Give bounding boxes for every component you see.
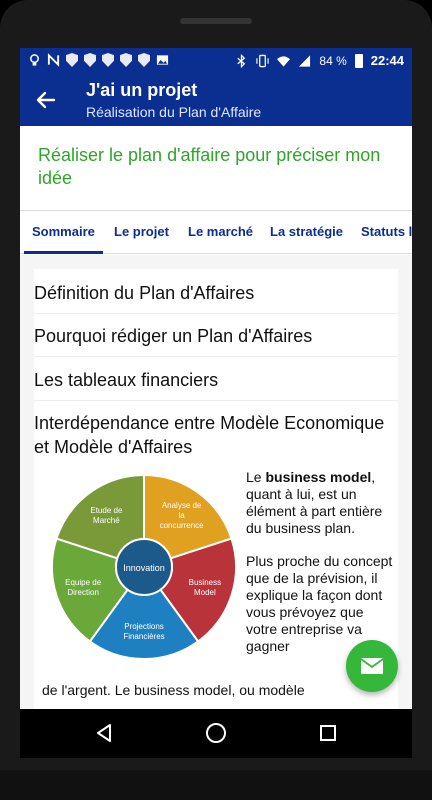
status-bar: 84 % 22:44 bbox=[20, 48, 412, 74]
bluetooth-icon bbox=[237, 53, 246, 68]
wifi-icon bbox=[277, 55, 291, 67]
lightbulb-icon bbox=[30, 54, 39, 66]
paragraph-bottom-line: de l'argent. Le business model, ou modèl… bbox=[42, 682, 305, 698]
status-left-icons bbox=[28, 53, 169, 67]
arrow-left-icon[interactable] bbox=[34, 88, 58, 112]
status-right-icons: 84 % 22:44 bbox=[235, 53, 404, 68]
navigation-bar bbox=[20, 709, 412, 758]
bottom-bezel bbox=[0, 770, 432, 800]
tab-bar: Sommaire Le projet Le marché La stratégi… bbox=[20, 210, 412, 254]
divider bbox=[34, 400, 398, 401]
section-tableaux[interactable]: Les tableaux financiers bbox=[34, 368, 398, 392]
shield-icon bbox=[102, 53, 114, 67]
para1-prefix: Le bbox=[246, 469, 266, 485]
vibrate-icon bbox=[256, 54, 270, 67]
content-area: Définition du Plan d'Affaires Pourquoi r… bbox=[20, 255, 412, 709]
home-circle-icon[interactable] bbox=[204, 721, 228, 745]
shield-icon bbox=[84, 53, 96, 67]
tab-le-projet[interactable]: Le projet bbox=[114, 211, 169, 253]
business-plan-diagram: Innovation Analyse de la concurrenceBusine… bbox=[51, 473, 237, 660]
speaker-grille bbox=[180, 18, 252, 24]
n-icon bbox=[47, 53, 60, 67]
screen: 84 % 22:44 J'ai un projet Réalisation du… bbox=[20, 48, 412, 758]
section-interdependance[interactable]: Interdépendance entre Modèle Economique … bbox=[34, 411, 398, 459]
mail-icon bbox=[360, 658, 384, 674]
headline: Réaliser le plan d'affaire pour préciser… bbox=[38, 145, 381, 188]
app-bar: J'ai un projet Réalisation du Plan d'Aff… bbox=[20, 74, 412, 126]
battery-icon bbox=[354, 53, 363, 68]
signal-icon bbox=[299, 54, 311, 67]
page-title: J'ai un projet bbox=[86, 80, 198, 100]
mail-fab-button[interactable] bbox=[346, 640, 398, 692]
divider bbox=[34, 313, 398, 314]
diagram-segment-label: Equipe de Direction bbox=[65, 578, 102, 597]
back-triangle-icon[interactable] bbox=[92, 721, 116, 745]
battery-percent: 84 % bbox=[319, 53, 347, 68]
tab-sommaire[interactable]: Sommaire bbox=[24, 211, 103, 254]
diagram-segment-label: Etude de Marché bbox=[90, 506, 123, 525]
recents-square-icon[interactable] bbox=[316, 721, 340, 745]
page-subtitle: Réalisation du Plan d'Affaire bbox=[86, 104, 262, 120]
tab-le-marche[interactable]: Le marché bbox=[188, 211, 253, 253]
divider bbox=[34, 356, 398, 357]
section-definition[interactable]: Définition du Plan d'Affaires bbox=[34, 281, 398, 305]
shield-icon bbox=[138, 53, 150, 67]
summary-card: Définition du Plan d'Affaires Pourquoi r… bbox=[34, 269, 398, 709]
image-icon bbox=[156, 55, 169, 65]
section-pourquoi[interactable]: Pourquoi rédiger un Plan d'Affaires bbox=[34, 324, 398, 348]
paragraph-business-model: Le business model, quant à lui, est un é… bbox=[246, 469, 396, 537]
tab-statuts[interactable]: Statuts le bbox=[361, 211, 412, 253]
diagram-center-label: Innovation bbox=[123, 563, 165, 573]
shield-icon bbox=[120, 53, 132, 67]
tab-la-strategie[interactable]: La stratégie bbox=[270, 211, 343, 253]
shield-icon bbox=[66, 53, 78, 67]
diagram-segment-label: Projections Financières bbox=[123, 622, 164, 641]
clock: 22:44 bbox=[370, 53, 404, 68]
para1-bold: business model bbox=[265, 469, 372, 485]
